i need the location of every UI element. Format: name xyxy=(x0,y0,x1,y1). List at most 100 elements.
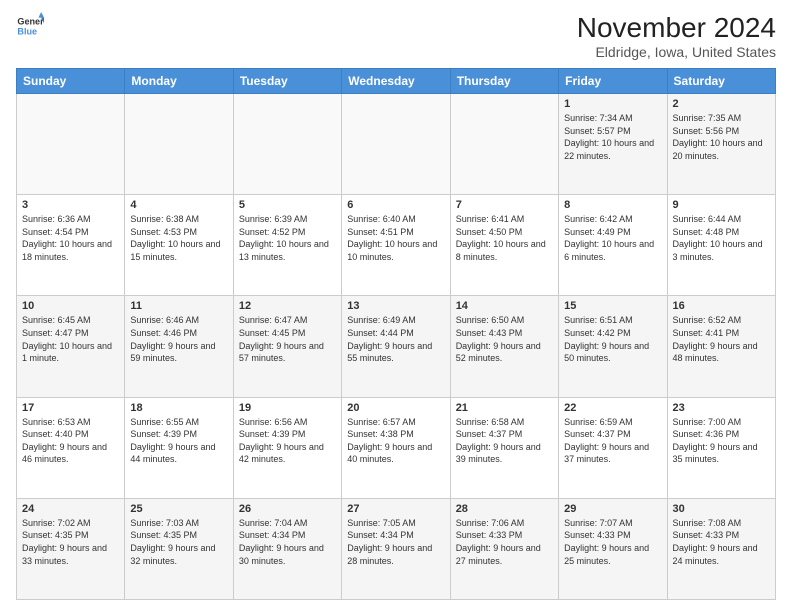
day-number: 24 xyxy=(22,503,119,515)
day-number: 5 xyxy=(239,199,336,211)
day-info: Sunrise: 6:39 AMSunset: 4:52 PMDaylight:… xyxy=(239,213,336,263)
table-row: 11 Sunrise: 6:46 AMSunset: 4:46 PMDayligh… xyxy=(125,296,233,397)
day-number: 29 xyxy=(564,503,661,515)
day-number: 2 xyxy=(673,98,770,110)
table-row: 3 Sunrise: 6:36 AMSunset: 4:54 PMDaylight… xyxy=(17,195,125,296)
table-row: 20 Sunrise: 6:57 AMSunset: 4:38 PMDayligh… xyxy=(342,397,450,498)
col-sunday: Sunday xyxy=(17,69,125,94)
table-row: 19Sunrise: 6:56 AMSunset: 4:39 PMDayligh… xyxy=(233,397,341,498)
table-row: 25 Sunrise: 7:03 AMSunset: 4:35 PMDayligh… xyxy=(125,498,233,599)
table-row: 21 Sunrise: 6:58 AMSunset: 4:37 PMDayligh… xyxy=(450,397,558,498)
svg-text:Blue: Blue xyxy=(17,26,37,36)
day-info: Sunrise: 6:56 AMSunset: 4:39 PMDaylight:… xyxy=(239,416,336,466)
day-number: 30 xyxy=(673,503,770,515)
table-row: 4 Sunrise: 6:38 AMSunset: 4:53 PMDaylight… xyxy=(125,195,233,296)
day-info: Sunrise: 7:03 AMSunset: 4:35 PMDaylight:… xyxy=(130,517,227,567)
day-info: Sunrise: 6:42 AMSunset: 4:49 PMDaylight:… xyxy=(564,213,661,263)
table-row: 17Sunrise: 6:53 AMSunset: 4:40 PMDayligh… xyxy=(17,397,125,498)
table-row: 1 Sunrise: 7:34 AMSunset: 5:57 PMDaylight… xyxy=(559,94,667,195)
day-number: 15 xyxy=(564,300,661,312)
day-number: 18 xyxy=(130,402,227,414)
day-number: 4 xyxy=(130,199,227,211)
day-number: 11 xyxy=(130,300,227,312)
svg-text:General: General xyxy=(17,17,44,27)
day-number: 25 xyxy=(130,503,227,515)
table-row: 10 Sunrise: 6:45 AMSunset: 4:47 PMDayligh… xyxy=(17,296,125,397)
calendar-week-2: 3 Sunrise: 6:36 AMSunset: 4:54 PMDaylight… xyxy=(17,195,776,296)
table-row: 27 Sunrise: 7:05 AMSunset: 4:34 PMDayligh… xyxy=(342,498,450,599)
day-number: 1 xyxy=(564,98,661,110)
day-number: 21 xyxy=(456,402,553,414)
table-row xyxy=(17,94,125,195)
day-info: Sunrise: 6:47 AMSunset: 4:45 PMDaylight:… xyxy=(239,314,336,364)
day-info: Sunrise: 6:36 AMSunset: 4:54 PMDaylight:… xyxy=(22,213,119,263)
table-row: 30 Sunrise: 7:08 AMSunset: 4:33 PMDayligh… xyxy=(667,498,775,599)
col-monday: Monday xyxy=(125,69,233,94)
day-info: Sunrise: 7:05 AMSunset: 4:34 PMDaylight:… xyxy=(347,517,444,567)
day-number: 26 xyxy=(239,503,336,515)
day-info: Sunrise: 6:45 AMSunset: 4:47 PMDaylight:… xyxy=(22,314,119,364)
day-number: 20 xyxy=(347,402,444,414)
table-row: 6 Sunrise: 6:40 AMSunset: 4:51 PMDaylight… xyxy=(342,195,450,296)
day-number: 8 xyxy=(564,199,661,211)
col-wednesday: Wednesday xyxy=(342,69,450,94)
header-row: Sunday Monday Tuesday Wednesday Thursday… xyxy=(17,69,776,94)
table-row: 13 Sunrise: 6:49 AMSunset: 4:44 PMDayligh… xyxy=(342,296,450,397)
table-row: 16Sunrise: 6:52 AMSunset: 4:41 PMDayligh… xyxy=(667,296,775,397)
header: General Blue November 2024 Eldridge, Iow… xyxy=(16,12,776,60)
table-row: 14Sunrise: 6:50 AMSunset: 4:43 PMDayligh… xyxy=(450,296,558,397)
col-friday: Friday xyxy=(559,69,667,94)
title-block: November 2024 Eldridge, Iowa, United Sta… xyxy=(577,12,776,60)
day-number: 10 xyxy=(22,300,119,312)
table-row: 8 Sunrise: 6:42 AMSunset: 4:49 PMDaylight… xyxy=(559,195,667,296)
col-saturday: Saturday xyxy=(667,69,775,94)
table-row: 29Sunrise: 7:07 AMSunset: 4:33 PMDayligh… xyxy=(559,498,667,599)
table-row: 24Sunrise: 7:02 AMSunset: 4:35 PMDayligh… xyxy=(17,498,125,599)
calendar-week-4: 17Sunrise: 6:53 AMSunset: 4:40 PMDayligh… xyxy=(17,397,776,498)
table-row: 7 Sunrise: 6:41 AMSunset: 4:50 PMDaylight… xyxy=(450,195,558,296)
calendar-week-5: 24Sunrise: 7:02 AMSunset: 4:35 PMDayligh… xyxy=(17,498,776,599)
table-row: 12 Sunrise: 6:47 AMSunset: 4:45 PMDayligh… xyxy=(233,296,341,397)
day-number: 23 xyxy=(673,402,770,414)
day-info: Sunrise: 7:08 AMSunset: 4:33 PMDaylight:… xyxy=(673,517,770,567)
day-info: Sunrise: 6:38 AMSunset: 4:53 PMDaylight:… xyxy=(130,213,227,263)
day-info: Sunrise: 6:44 AMSunset: 4:48 PMDaylight:… xyxy=(673,213,770,263)
table-row: 28Sunrise: 7:06 AMSunset: 4:33 PMDayligh… xyxy=(450,498,558,599)
day-info: Sunrise: 6:41 AMSunset: 4:50 PMDaylight:… xyxy=(456,213,553,263)
day-number: 9 xyxy=(673,199,770,211)
table-row xyxy=(450,94,558,195)
day-info: Sunrise: 7:04 AMSunset: 4:34 PMDaylight:… xyxy=(239,517,336,567)
day-number: 6 xyxy=(347,199,444,211)
main-title: November 2024 xyxy=(577,12,776,44)
day-number: 13 xyxy=(347,300,444,312)
day-info: Sunrise: 6:49 AMSunset: 4:44 PMDaylight:… xyxy=(347,314,444,364)
day-info: Sunrise: 6:46 AMSunset: 4:46 PMDaylight:… xyxy=(130,314,227,364)
day-info: Sunrise: 6:53 AMSunset: 4:40 PMDaylight:… xyxy=(22,416,119,466)
table-row: 9 Sunrise: 6:44 AMSunset: 4:48 PMDaylight… xyxy=(667,195,775,296)
day-number: 12 xyxy=(239,300,336,312)
day-info: Sunrise: 6:57 AMSunset: 4:38 PMDaylight:… xyxy=(347,416,444,466)
col-tuesday: Tuesday xyxy=(233,69,341,94)
day-info: Sunrise: 6:40 AMSunset: 4:51 PMDaylight:… xyxy=(347,213,444,263)
day-number: 22 xyxy=(564,402,661,414)
day-info: Sunrise: 6:51 AMSunset: 4:42 PMDaylight:… xyxy=(564,314,661,364)
calendar-week-3: 10 Sunrise: 6:45 AMSunset: 4:47 PMDayligh… xyxy=(17,296,776,397)
logo-icon: General Blue xyxy=(16,12,44,40)
day-info: Sunrise: 6:59 AMSunset: 4:37 PMDaylight:… xyxy=(564,416,661,466)
page: General Blue November 2024 Eldridge, Iow… xyxy=(0,0,792,612)
day-number: 7 xyxy=(456,199,553,211)
calendar-table: Sunday Monday Tuesday Wednesday Thursday… xyxy=(16,68,776,600)
table-row: 5 Sunrise: 6:39 AMSunset: 4:52 PMDaylight… xyxy=(233,195,341,296)
day-number: 16 xyxy=(673,300,770,312)
col-thursday: Thursday xyxy=(450,69,558,94)
day-number: 27 xyxy=(347,503,444,515)
table-row: 2Sunrise: 7:35 AMSunset: 5:56 PMDaylight… xyxy=(667,94,775,195)
day-info: Sunrise: 7:34 AMSunset: 5:57 PMDaylight:… xyxy=(564,112,661,162)
table-row: 18Sunrise: 6:55 AMSunset: 4:39 PMDayligh… xyxy=(125,397,233,498)
day-number: 3 xyxy=(22,199,119,211)
table-row xyxy=(125,94,233,195)
table-row: 15 Sunrise: 6:51 AMSunset: 4:42 PMDayligh… xyxy=(559,296,667,397)
day-info: Sunrise: 7:06 AMSunset: 4:33 PMDaylight:… xyxy=(456,517,553,567)
day-info: Sunrise: 6:58 AMSunset: 4:37 PMDaylight:… xyxy=(456,416,553,466)
logo: General Blue xyxy=(16,12,44,40)
